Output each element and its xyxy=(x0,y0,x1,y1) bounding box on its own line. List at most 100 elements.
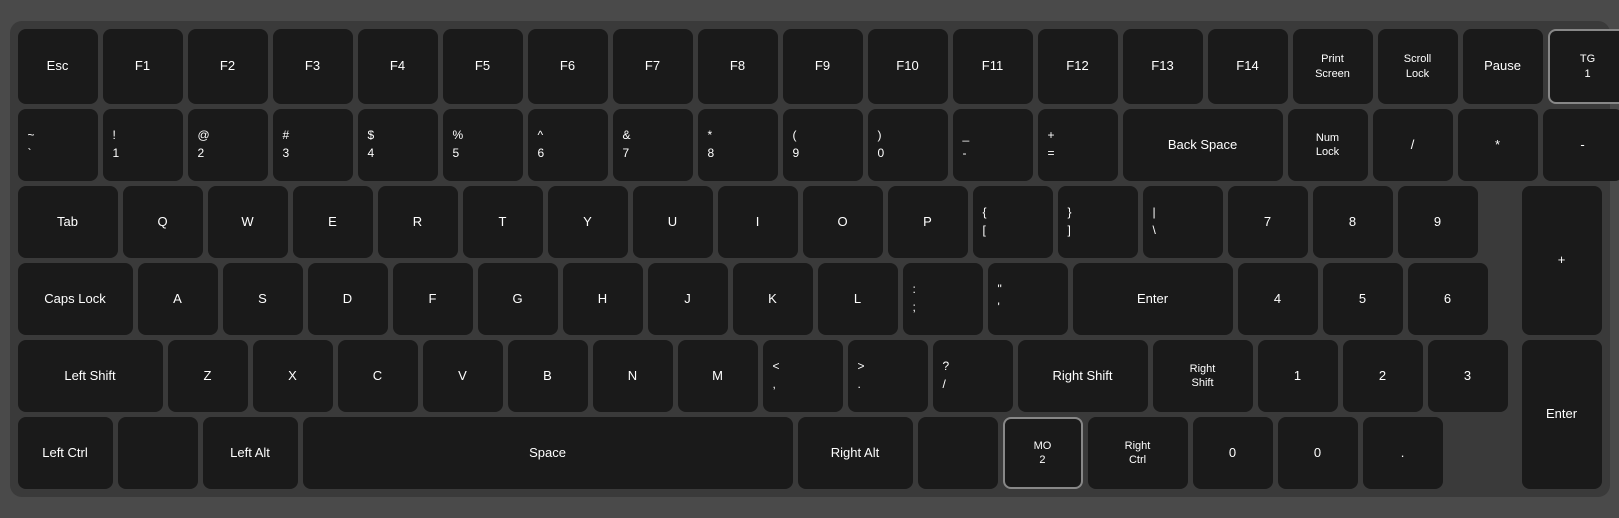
key-minus[interactable]: _- xyxy=(953,109,1033,181)
key-num1[interactable]: 1 xyxy=(1258,340,1338,412)
key-num0b[interactable]: 0 xyxy=(1278,417,1358,489)
key-tab[interactable]: Tab xyxy=(18,186,118,258)
key-3[interactable]: #3 xyxy=(273,109,353,181)
key-backslash[interactable]: |\ xyxy=(1143,186,1223,258)
key-scroll-lock[interactable]: ScrollLock xyxy=(1378,29,1458,104)
key-numpad-minus[interactable]: - xyxy=(1543,109,1619,181)
key-h[interactable]: H xyxy=(563,263,643,335)
key-d[interactable]: D xyxy=(308,263,388,335)
key-t[interactable]: T xyxy=(463,186,543,258)
bottom-row: Left Ctrl Left Alt Space Right Alt MO2 R… xyxy=(18,417,1517,489)
key-left-apple[interactable] xyxy=(118,417,198,489)
key-print-screen[interactable]: PrintScreen xyxy=(1293,29,1373,104)
key-u[interactable]: U xyxy=(633,186,713,258)
key-pause[interactable]: Pause xyxy=(1463,29,1543,104)
key-4[interactable]: $4 xyxy=(358,109,438,181)
key-m[interactable]: M xyxy=(678,340,758,412)
key-f1[interactable]: F1 xyxy=(103,29,183,104)
key-0[interactable]: )0 xyxy=(868,109,948,181)
key-esc[interactable]: Esc xyxy=(18,29,98,104)
key-num6[interactable]: 6 xyxy=(1408,263,1488,335)
key-f9[interactable]: F9 xyxy=(783,29,863,104)
key-num4[interactable]: 4 xyxy=(1238,263,1318,335)
key-k[interactable]: K xyxy=(733,263,813,335)
key-enter[interactable]: Enter xyxy=(1073,263,1233,335)
key-numlock[interactable]: NumLock xyxy=(1288,109,1368,181)
key-e[interactable]: E xyxy=(293,186,373,258)
key-w[interactable]: W xyxy=(208,186,288,258)
key-f3[interactable]: F3 xyxy=(273,29,353,104)
key-5[interactable]: %5 xyxy=(443,109,523,181)
key-lbracket[interactable]: {[ xyxy=(973,186,1053,258)
key-f11[interactable]: F11 xyxy=(953,29,1033,104)
key-f4[interactable]: F4 xyxy=(358,29,438,104)
key-num7[interactable]: 7 xyxy=(1228,186,1308,258)
key-num2[interactable]: 2 xyxy=(1343,340,1423,412)
key-slash[interactable]: ?/ xyxy=(933,340,1013,412)
key-l[interactable]: L xyxy=(818,263,898,335)
key-num8[interactable]: 8 xyxy=(1313,186,1393,258)
key-g[interactable]: G xyxy=(478,263,558,335)
key-capslock[interactable]: Caps Lock xyxy=(18,263,133,335)
key-numpad-plus[interactable]: + xyxy=(1522,186,1602,335)
key-f2[interactable]: F2 xyxy=(188,29,268,104)
key-tg1[interactable]: TG1 xyxy=(1548,29,1619,104)
key-quote[interactable]: "' xyxy=(988,263,1068,335)
key-f12[interactable]: F12 xyxy=(1038,29,1118,104)
key-f10[interactable]: F10 xyxy=(868,29,948,104)
key-o[interactable]: O xyxy=(803,186,883,258)
key-right-shift2[interactable]: RightShift xyxy=(1153,340,1253,412)
key-2[interactable]: @2 xyxy=(188,109,268,181)
key-semicolon[interactable]: :; xyxy=(903,263,983,335)
key-q[interactable]: Q xyxy=(123,186,203,258)
key-left-alt[interactable]: Left Alt xyxy=(203,417,298,489)
key-v[interactable]: V xyxy=(423,340,503,412)
key-f8[interactable]: F8 xyxy=(698,29,778,104)
key-right-shift[interactable]: Right Shift xyxy=(1018,340,1148,412)
key-r[interactable]: R xyxy=(378,186,458,258)
key-p[interactable]: P xyxy=(888,186,968,258)
key-num5[interactable]: 5 xyxy=(1323,263,1403,335)
key-6[interactable]: ^6 xyxy=(528,109,608,181)
key-comma[interactable]: <, xyxy=(763,340,843,412)
key-equals[interactable]: += xyxy=(1038,109,1118,181)
key-7[interactable]: &7 xyxy=(613,109,693,181)
key-tilde[interactable]: ~` xyxy=(18,109,98,181)
key-f7[interactable]: F7 xyxy=(613,29,693,104)
key-1[interactable]: !1 xyxy=(103,109,183,181)
key-num0a[interactable]: 0 xyxy=(1193,417,1273,489)
key-9[interactable]: (9 xyxy=(783,109,863,181)
key-f5[interactable]: F5 xyxy=(443,29,523,104)
key-numpad-enter[interactable]: Enter xyxy=(1522,340,1602,489)
key-f[interactable]: F xyxy=(393,263,473,335)
key-b[interactable]: B xyxy=(508,340,588,412)
key-z[interactable]: Z xyxy=(168,340,248,412)
key-num3[interactable]: 3 xyxy=(1428,340,1508,412)
key-numdot[interactable]: . xyxy=(1363,417,1443,489)
key-y[interactable]: Y xyxy=(548,186,628,258)
key-period[interactable]: >. xyxy=(848,340,928,412)
key-backspace[interactable]: Back Space xyxy=(1123,109,1283,181)
key-f6[interactable]: F6 xyxy=(528,29,608,104)
key-right-alt[interactable]: Right Alt xyxy=(798,417,913,489)
key-n[interactable]: N xyxy=(593,340,673,412)
key-right-apple[interactable] xyxy=(918,417,998,489)
key-f13[interactable]: F13 xyxy=(1123,29,1203,104)
key-mo2[interactable]: MO2 xyxy=(1003,417,1083,489)
key-rbracket[interactable]: }] xyxy=(1058,186,1138,258)
key-numpad-star[interactable]: * xyxy=(1458,109,1538,181)
key-left-ctrl[interactable]: Left Ctrl xyxy=(18,417,113,489)
key-a[interactable]: A xyxy=(138,263,218,335)
key-x[interactable]: X xyxy=(253,340,333,412)
key-f14[interactable]: F14 xyxy=(1208,29,1288,104)
key-left-shift[interactable]: Left Shift xyxy=(18,340,163,412)
key-right-ctrl[interactable]: RightCtrl xyxy=(1088,417,1188,489)
key-num9[interactable]: 9 xyxy=(1398,186,1478,258)
key-i[interactable]: I xyxy=(718,186,798,258)
key-8[interactable]: *8 xyxy=(698,109,778,181)
key-numpad-slash[interactable]: / xyxy=(1373,109,1453,181)
key-c[interactable]: C xyxy=(338,340,418,412)
key-j[interactable]: J xyxy=(648,263,728,335)
key-space[interactable]: Space xyxy=(303,417,793,489)
key-s[interactable]: S xyxy=(223,263,303,335)
